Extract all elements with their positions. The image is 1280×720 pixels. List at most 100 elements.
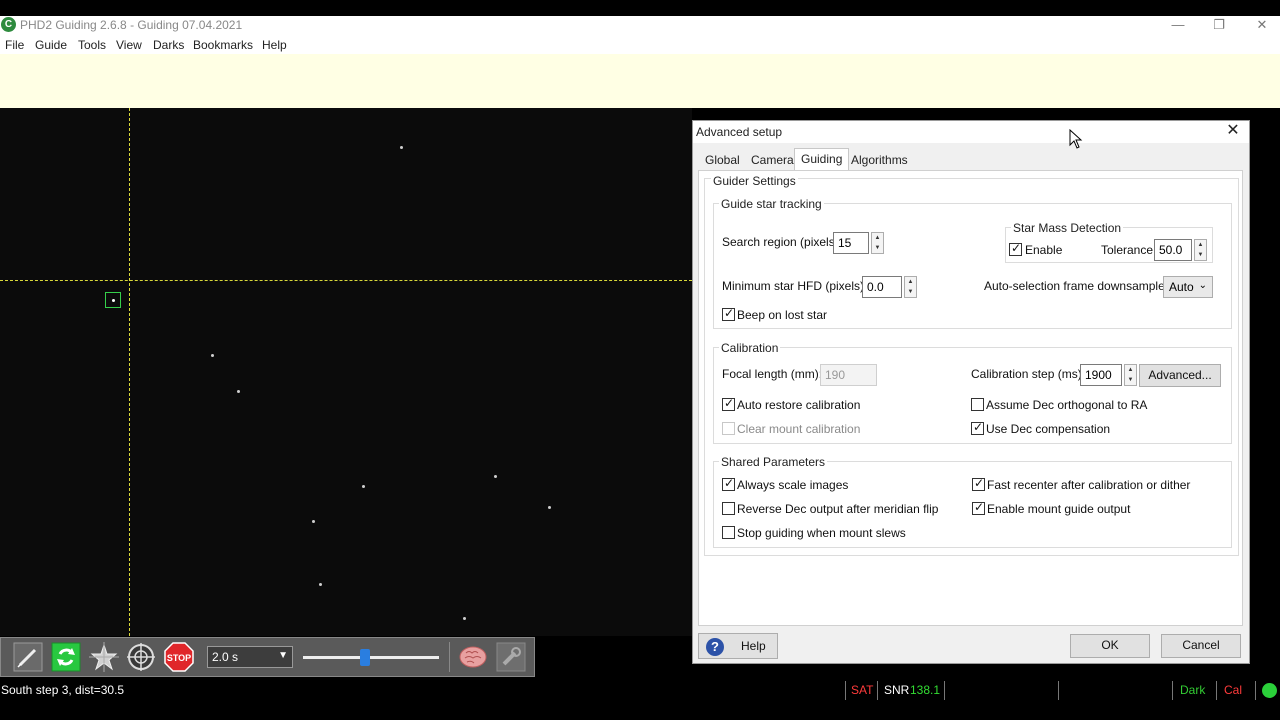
search-region-value[interactable]: 15 xyxy=(833,232,869,254)
dialog-title: Advanced setup xyxy=(696,125,783,139)
enable-mount-output-checkbox[interactable] xyxy=(972,500,985,515)
sat-indicator: SAT xyxy=(851,683,874,697)
menu-tools[interactable]: Tools xyxy=(78,38,106,52)
menu-view[interactable]: View xyxy=(116,38,142,52)
clear-mount-label: Clear mount calibration xyxy=(737,422,861,436)
spin-arrows-icon[interactable]: ▲ ▼ xyxy=(1124,364,1137,386)
guide-target-icon[interactable] xyxy=(126,642,156,672)
menu-file[interactable]: File xyxy=(5,38,24,52)
focal-length-label: Focal length (mm): xyxy=(722,367,823,381)
exposure-duration-select[interactable]: 2.0 s ▼ xyxy=(207,646,293,668)
star xyxy=(362,485,365,488)
calibration-step-label: Calibration step (ms): xyxy=(971,367,1086,381)
min-hfd-value[interactable]: 0.0 xyxy=(862,276,902,298)
ok-button[interactable]: OK xyxy=(1070,634,1150,658)
help-button-label: Help xyxy=(741,639,766,653)
calibration-advanced-button[interactable]: Advanced... xyxy=(1139,364,1221,387)
snr-label: SNR xyxy=(884,683,910,697)
star xyxy=(548,506,551,509)
stop-icon[interactable]: STOP xyxy=(164,642,194,672)
tab-camera[interactable]: Camera xyxy=(745,150,800,170)
status-separator xyxy=(1255,681,1256,700)
connection-led xyxy=(1262,683,1277,698)
tab-algorithms[interactable]: Algorithms xyxy=(845,150,914,170)
dark-indicator: Dark xyxy=(1180,683,1206,697)
use-dec-comp-label: Use Dec compensation xyxy=(986,422,1111,436)
auto-restore-checkbox[interactable] xyxy=(722,396,735,411)
star xyxy=(494,475,497,478)
dialog-title-bar[interactable]: Advanced setup ✕ xyxy=(693,121,1249,143)
gamma-slider-thumb[interactable] xyxy=(360,649,370,666)
star xyxy=(400,146,403,149)
search-region-label: Search region (pixels): xyxy=(722,235,843,249)
spin-arrows-icon[interactable]: ▲ ▼ xyxy=(904,276,917,298)
cal-indicator: Cal xyxy=(1224,683,1243,697)
guiding-tab-panel: Guider Settings Guide star tracking Sear… xyxy=(698,170,1243,626)
always-scale-label: Always scale images xyxy=(737,478,849,492)
crosshair-vertical xyxy=(129,108,130,636)
brain-icon[interactable] xyxy=(458,642,488,672)
star xyxy=(312,520,315,523)
advanced-setup-dialog: Advanced setup ✕ Global Camera Guiding A… xyxy=(692,120,1250,664)
window-title: PHD2 Guiding 2.6.8 - Guiding 07.04.2021 xyxy=(20,18,243,32)
downsample-select[interactable]: Auto ⌄ xyxy=(1163,276,1213,298)
calibration-title: Calibration xyxy=(719,341,781,355)
star xyxy=(463,617,466,620)
star-auto-select-icon[interactable] xyxy=(89,642,119,672)
dialog-close-icon[interactable]: ✕ xyxy=(1223,122,1243,142)
wrench-icon[interactable] xyxy=(496,642,526,672)
selected-star-box[interactable] xyxy=(105,292,121,308)
status-bar: South step 3, dist=30.5 SAT SNR 138.1 Da… xyxy=(0,681,1280,700)
exposure-value: 2.0 s xyxy=(212,650,239,664)
reverse-dec-checkbox[interactable] xyxy=(722,502,735,515)
menu-bar: File Guide Tools View Darks Bookmarks He… xyxy=(0,35,1280,54)
crosshair-horizontal xyxy=(0,280,692,281)
status-message: South step 3, dist=30.5 xyxy=(1,683,125,697)
loop-icon[interactable] xyxy=(51,642,81,672)
gamma-slider[interactable] xyxy=(301,646,441,668)
status-separator xyxy=(1058,681,1059,700)
minimize-button[interactable]: — xyxy=(1158,16,1198,35)
use-dec-comp-checkbox[interactable] xyxy=(971,420,984,435)
always-scale-checkbox[interactable] xyxy=(722,476,735,491)
star-mass-enable-checkbox[interactable] xyxy=(1009,241,1022,256)
title-bar[interactable]: C PHD2 Guiding 2.6.8 - Guiding 07.04.202… xyxy=(0,16,1280,35)
menu-help[interactable]: Help xyxy=(262,38,287,52)
beep-lost-star-checkbox[interactable] xyxy=(722,306,735,321)
calibration-step-value[interactable]: 1900 xyxy=(1080,364,1122,386)
stop-guiding-slew-checkbox[interactable] xyxy=(722,526,735,539)
maximize-button[interactable]: ❐ xyxy=(1199,16,1239,35)
fast-recenter-checkbox[interactable] xyxy=(972,476,985,491)
tolerance-value[interactable]: 50.0 xyxy=(1154,239,1192,261)
star-mass-title: Star Mass Detection xyxy=(1011,221,1124,235)
tab-guiding[interactable]: Guiding xyxy=(794,148,850,171)
guider-settings-title: Guider Settings xyxy=(711,174,798,188)
main-toolbar: STOP 2.0 s ▼ xyxy=(0,637,535,677)
tab-global[interactable]: Global xyxy=(699,150,746,170)
shared-params-title: Shared Parameters xyxy=(719,455,828,469)
downsample-label: Auto-selection frame downsample: xyxy=(984,279,1169,293)
assume-dec-checkbox[interactable] xyxy=(971,398,984,411)
star xyxy=(237,390,240,393)
help-icon: ? xyxy=(706,638,724,656)
status-separator xyxy=(1216,681,1217,700)
beep-lost-star-label: Beep on lost star xyxy=(737,308,828,322)
gamma-slider-track xyxy=(303,656,439,659)
star-field-view[interactable] xyxy=(0,108,692,636)
close-window-button[interactable]: ✕ xyxy=(1242,16,1280,35)
auto-restore-label: Auto restore calibration xyxy=(737,398,861,412)
info-band xyxy=(0,54,1280,108)
menu-guide[interactable]: Guide xyxy=(35,38,67,52)
toolbar-separator xyxy=(449,642,450,672)
focal-length-field: 190 xyxy=(820,364,877,386)
help-button[interactable]: ? Help xyxy=(698,633,778,659)
spin-arrows-icon[interactable]: ▲ ▼ xyxy=(871,232,884,254)
star xyxy=(211,354,214,357)
stop-guiding-slew-label: Stop guiding when mount slews xyxy=(737,526,906,540)
cancel-button[interactable]: Cancel xyxy=(1161,634,1241,658)
status-separator xyxy=(877,681,878,700)
menu-bookmarks[interactable]: Bookmarks xyxy=(193,38,253,52)
menu-darks[interactable]: Darks xyxy=(153,38,184,52)
spin-arrows-icon[interactable]: ▲ ▼ xyxy=(1194,239,1207,261)
loop-pencil-icon[interactable] xyxy=(13,642,43,672)
